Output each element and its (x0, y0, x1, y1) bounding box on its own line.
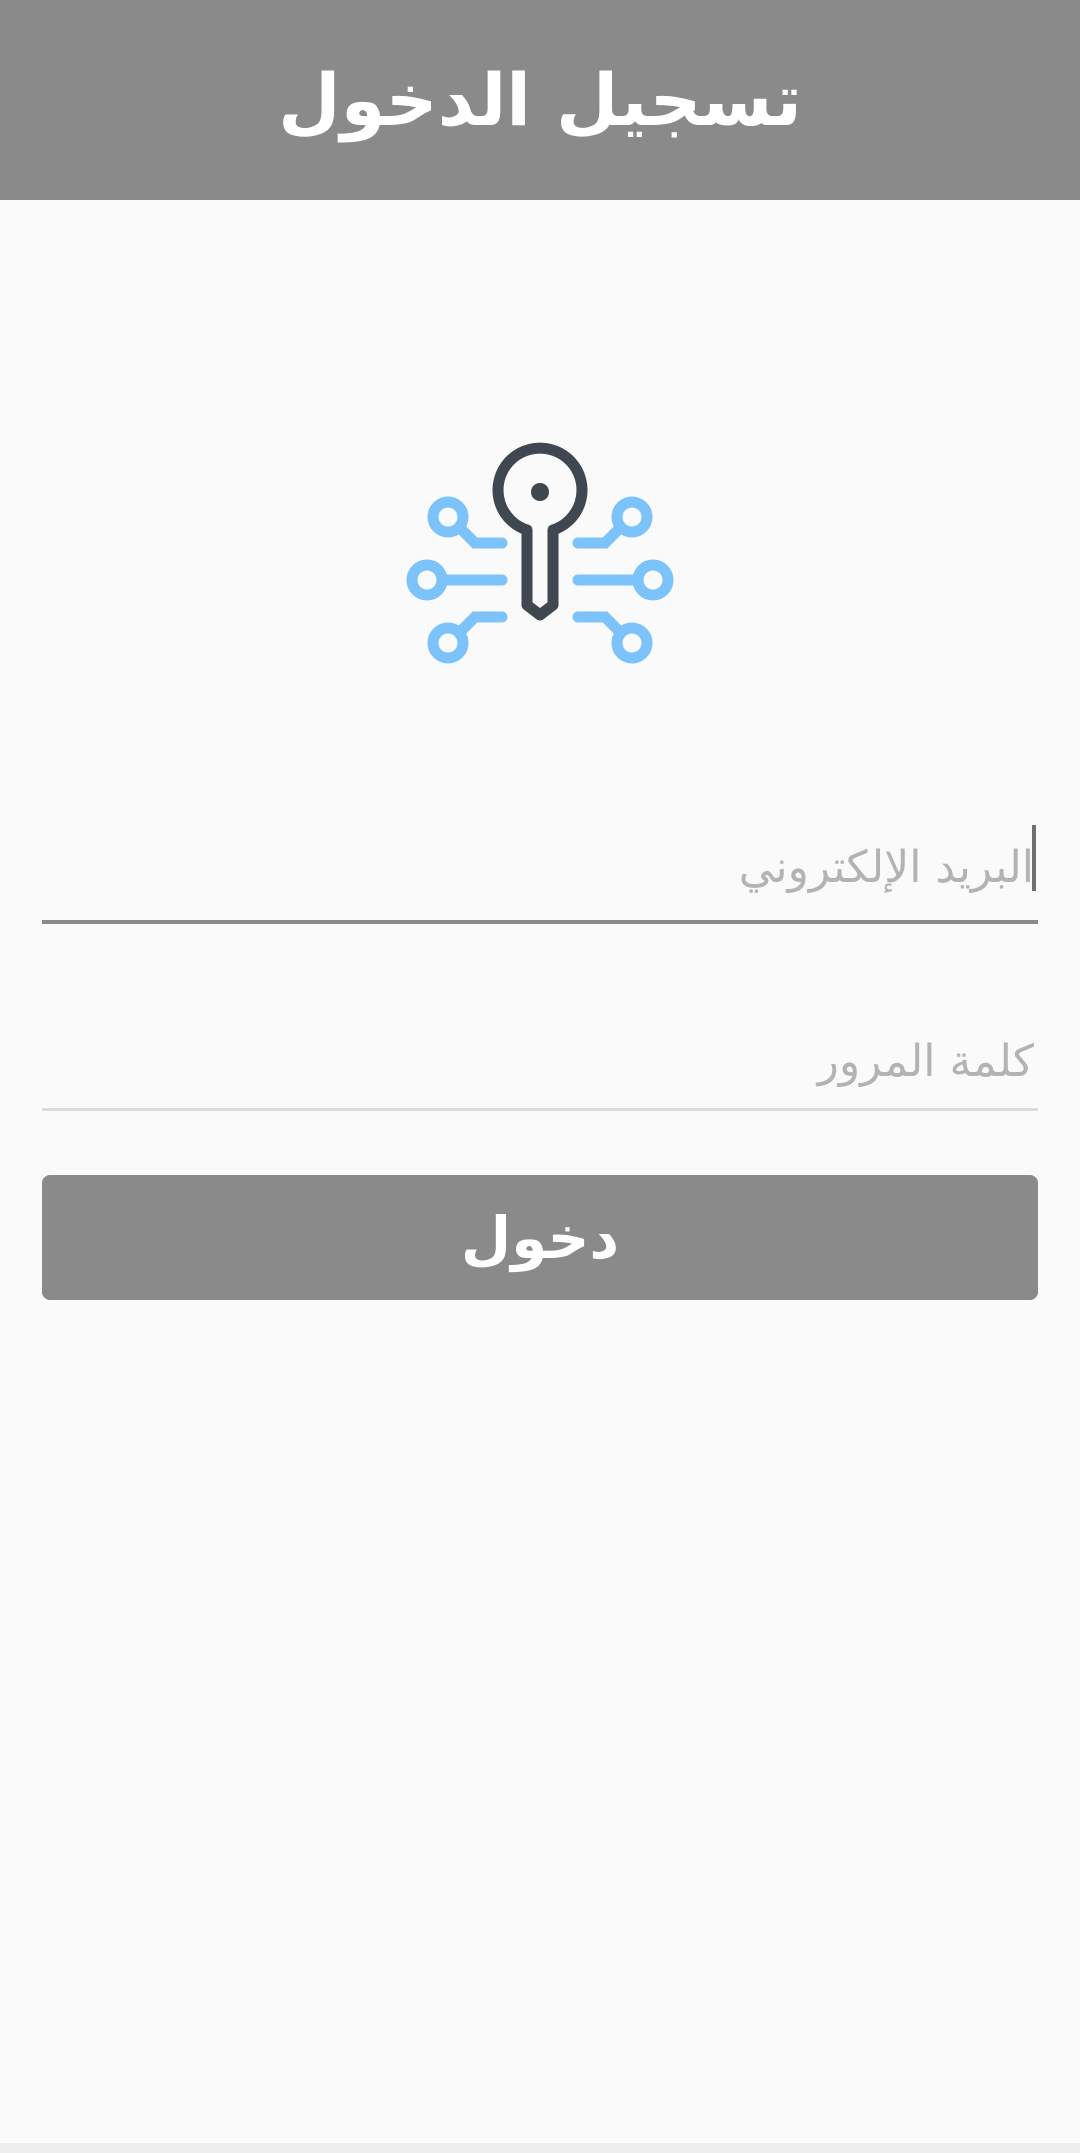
text-cursor (1032, 825, 1036, 891)
bottom-divider (0, 2143, 1080, 2153)
login-button[interactable]: دخول (42, 1175, 1038, 1300)
email-input[interactable] (42, 815, 1038, 920)
page-title: تسجيل الدخول (278, 58, 802, 142)
key-network-icon (405, 440, 675, 675)
password-input[interactable] (42, 1015, 1038, 1108)
password-field[interactable] (42, 1015, 1038, 1111)
app-bar: تسجيل الدخول (0, 0, 1080, 200)
email-field[interactable] (42, 815, 1038, 924)
